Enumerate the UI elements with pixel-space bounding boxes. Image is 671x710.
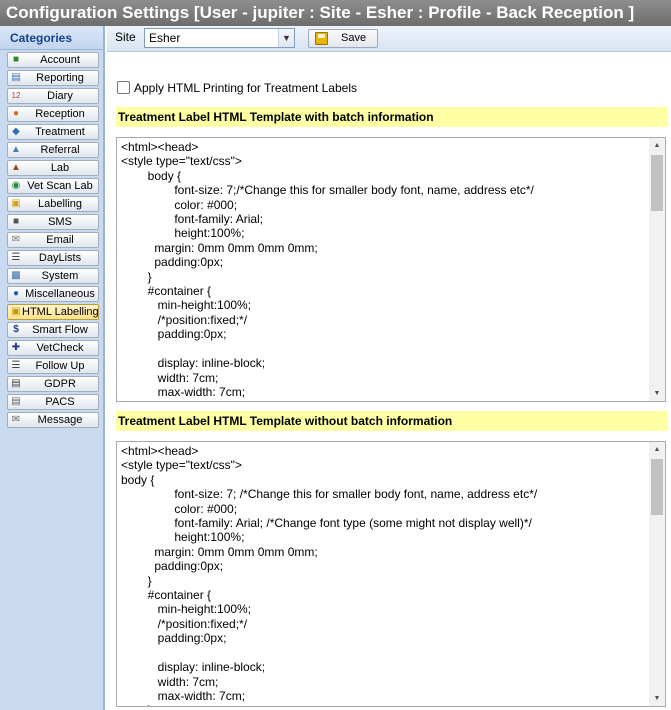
scroll-up-icon[interactable]: ▲ — [649, 442, 665, 457]
sidebar-item-labelling[interactable]: ▣ Labelling — [7, 196, 99, 212]
gdpr-icon: ▤ — [11, 378, 21, 389]
template-without-batch-text: <html><head> <style type="text/css"> bod… — [121, 444, 538, 706]
sidebar-item-label: PACS — [45, 396, 75, 408]
window-title: Configuration Settings [User - jupiter :… — [0, 0, 671, 26]
daylists-icon: ☰ — [11, 252, 21, 263]
sidebar-item-label: Account — [40, 54, 80, 66]
sidebar-item-label: Smart Flow — [32, 324, 88, 336]
sidebar-item-message[interactable]: ✉ Message — [7, 412, 99, 428]
apply-html-printing-label: Apply HTML Printing for Treatment Labels — [134, 81, 357, 95]
sidebar-item-label: Lab — [50, 162, 70, 174]
lab-icon: ▲ — [11, 162, 21, 173]
treatment-icon: ◆ — [12, 126, 20, 137]
scroll-down-icon[interactable]: ▼ — [649, 691, 665, 706]
sidebar-item-email[interactable]: ✉ Email — [7, 232, 99, 248]
account-icon: ■ — [12, 54, 20, 65]
save-button[interactable]: Save — [308, 29, 378, 48]
sidebar-item-sms[interactable]: ■ SMS — [7, 214, 99, 230]
template-without-batch-textarea[interactable]: <html><head> <style type="text/css"> bod… — [116, 441, 666, 707]
sidebar-item-label: GDPR — [44, 378, 76, 390]
sidebar-item-daylists[interactable]: ☰ DayLists — [7, 250, 99, 266]
sidebar-item-account[interactable]: ■ Account — [7, 52, 99, 68]
sidebar-item-follow-up[interactable]: ☰ Follow Up — [7, 358, 99, 374]
scroll-up-icon[interactable]: ▲ — [649, 138, 665, 153]
toolbar: Site Esher ▼ Save — [107, 26, 671, 52]
sidebar-item-label: Labelling — [37, 198, 83, 210]
reporting-icon: ▤ — [11, 72, 21, 83]
vet-scan-lab-icon: ◉ — [11, 180, 21, 191]
email-icon: ✉ — [11, 234, 21, 245]
sidebar-item-label: System — [41, 270, 79, 282]
sidebar-item-label: DayLists — [38, 252, 82, 264]
sidebar-item-system[interactable]: ▩ System — [7, 268, 99, 284]
sidebar-item-label: Message — [37, 414, 83, 426]
scroll-thumb[interactable] — [651, 459, 663, 515]
sidebar-item-label: Reporting — [36, 72, 84, 84]
message-icon: ✉ — [11, 414, 21, 425]
template-with-batch-text: <html><head> <style type="text/css"> bod… — [121, 140, 534, 401]
sidebar-item-lab[interactable]: ▲ Lab — [7, 160, 99, 176]
sms-icon: ■ — [12, 216, 20, 227]
scrollbar[interactable]: ▲ ▼ — [649, 442, 665, 706]
apply-html-printing-checkbox[interactable] — [117, 81, 130, 94]
section-title-with-batch: Treatment Label HTML Template with batch… — [116, 107, 668, 127]
smart-flow-icon: $ — [13, 324, 19, 335]
sidebar-item-label: Vet Scan Lab — [27, 180, 93, 192]
sidebar-item-smart-flow[interactable]: $ Smart Flow — [7, 322, 99, 338]
sidebar-item-miscellaneous[interactable]: ● Miscellaneous — [7, 286, 99, 302]
sidebar-item-diary[interactable]: 12 Diary — [7, 88, 99, 104]
categories-header: Categories — [0, 26, 103, 50]
save-icon — [315, 32, 328, 45]
sidebar-item-treatment[interactable]: ◆ Treatment — [7, 124, 99, 140]
site-select[interactable]: Esher ▼ — [144, 28, 295, 48]
system-icon: ▩ — [11, 270, 21, 281]
sidebar-item-referral[interactable]: ▲ Referral — [7, 142, 99, 158]
site-select-value: Esher — [149, 31, 181, 45]
sidebar-item-label: Miscellaneous — [25, 288, 95, 300]
sidebar-item-label: Treatment — [35, 126, 85, 138]
categories-sidebar: Categories ■ Account ▤ Reporting 12 Diar… — [0, 26, 105, 710]
sidebar-item-label: SMS — [48, 216, 72, 228]
html-labelling-icon: ▣ — [11, 306, 21, 317]
sidebar-item-pacs[interactable]: ▤ PACS — [7, 394, 99, 410]
site-label: Site — [115, 30, 136, 44]
scroll-down-icon[interactable]: ▼ — [649, 386, 665, 401]
miscellaneous-icon: ● — [12, 288, 20, 299]
scroll-thumb[interactable] — [651, 155, 663, 211]
vetcheck-icon: ✚ — [11, 342, 21, 353]
sidebar-item-label: Follow Up — [35, 360, 85, 372]
save-button-label: Save — [341, 32, 367, 44]
follow-up-icon: ☰ — [11, 360, 21, 371]
sidebar-item-label: HTML Labelling — [22, 306, 99, 318]
referral-icon: ▲ — [11, 144, 21, 155]
sidebar-item-label: VetCheck — [36, 342, 84, 354]
sidebar-item-vet-scan-lab[interactable]: ◉ Vet Scan Lab — [7, 178, 99, 194]
sidebar-item-vetcheck[interactable]: ✚ VetCheck — [7, 340, 99, 356]
category-list: ■ Account ▤ Reporting 12 Diary ● Recepti… — [0, 50, 103, 428]
chevron-down-icon[interactable]: ▼ — [278, 29, 294, 47]
sidebar-item-reporting[interactable]: ▤ Reporting — [7, 70, 99, 86]
sidebar-item-label: Email — [46, 234, 74, 246]
sidebar-item-label: Referral — [40, 144, 80, 156]
section-title-without-batch: Treatment Label HTML Template without ba… — [116, 411, 668, 431]
diary-icon: 12 — [11, 91, 21, 100]
sidebar-item-reception[interactable]: ● Reception — [7, 106, 99, 122]
settings-panel: Site Esher ▼ Save Apply HTML Printing fo… — [107, 26, 671, 710]
sidebar-item-label: Diary — [47, 90, 73, 102]
sidebar-item-html-labelling[interactable]: ▣ HTML Labelling — [7, 304, 99, 320]
sidebar-item-label: Reception — [35, 108, 85, 120]
sidebar-item-gdpr[interactable]: ▤ GDPR — [7, 376, 99, 392]
labelling-icon: ▣ — [11, 198, 21, 209]
reception-icon: ● — [12, 108, 20, 119]
template-with-batch-textarea[interactable]: <html><head> <style type="text/css"> bod… — [116, 137, 666, 402]
scrollbar[interactable]: ▲ ▼ — [649, 138, 665, 401]
pacs-icon: ▤ — [11, 396, 21, 407]
